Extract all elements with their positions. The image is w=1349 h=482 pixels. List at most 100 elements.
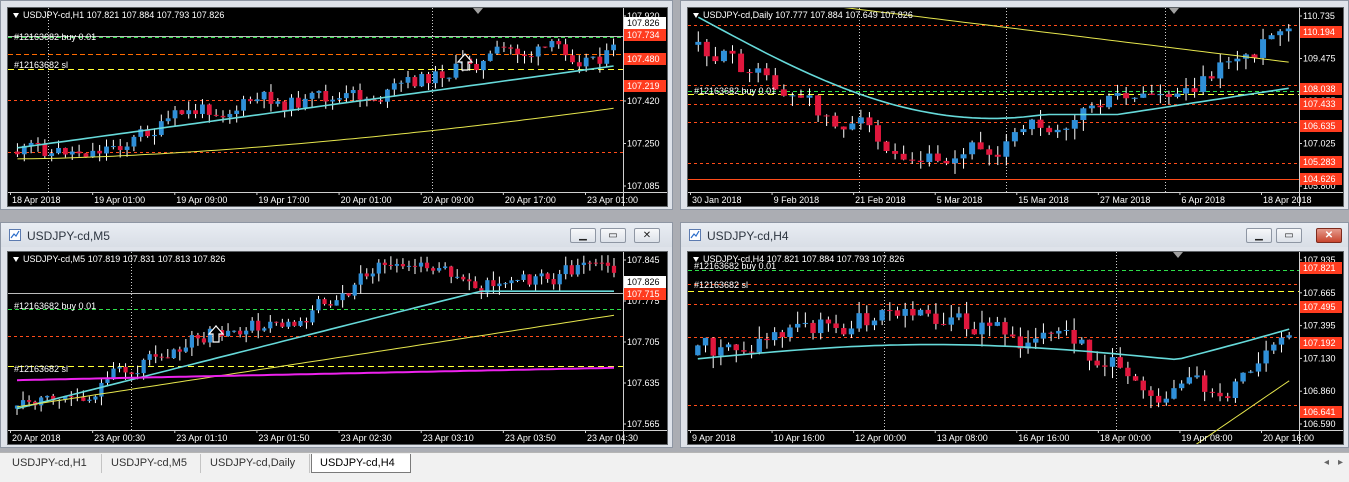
bull-candle [917,309,924,316]
bear-candle [733,344,739,351]
bull-candle [849,123,856,130]
bear-candle [346,293,351,296]
bull-candle [1079,339,1085,344]
bear-candle [426,74,431,84]
window-titlebar[interactable]: USDJPY-cd,M5 ▁ ▭ ✕ [1,223,672,247]
bear-candle [1191,88,1198,92]
bull-candle [350,90,356,94]
time-tick-label: 20 Apr 17:00 [505,195,556,205]
minimize-button[interactable]: ▁ [570,228,596,243]
bull-candle [994,322,1001,326]
bull-candle [398,82,404,84]
bull-candle [234,110,240,114]
minimize-button[interactable]: ▁ [1246,228,1272,243]
chart-plot-h4[interactable]: 107.935 107.665 107.395 107.130 106.860 106.5… [687,251,1344,445]
close-button[interactable]: ✕ [634,228,660,243]
chart-plot-m5[interactable]: 107.845 107.775 107.705 107.635 107.565 107.8… [7,251,668,445]
window-titlebar[interactable]: USDJPY-cd,H4 ▁ ▭ ✕ [681,223,1348,247]
bull-candle [334,300,339,306]
bull-candle [1063,329,1070,331]
bull-candle [268,321,273,329]
bear-candle [779,332,786,338]
chart-plot-daily[interactable]: 110.735109.475108.255107.025105.800110.1… [687,7,1344,207]
bull-candle [1200,76,1207,92]
tab-usdjpy-h4[interactable]: USDJPY-cd,H4 [311,454,411,473]
bear-candle [528,56,534,58]
bull-candle [337,98,342,100]
bear-candle [1165,94,1172,97]
bull-candle [539,273,544,277]
time-tick-label: 23 Apr 01:00 [587,195,638,205]
bear-candle [748,351,755,353]
chart-menu-triangle-icon[interactable] [693,13,699,19]
time-tick-label: 23 Apr 00:30 [94,433,145,443]
tab-usdjpy-h1[interactable]: USDJPY-cd,H1 [4,454,102,473]
time-tick-label: 18 Apr 00:00 [1100,433,1151,443]
bull-candle [1240,372,1246,382]
bear-candle [238,330,243,335]
bear-candle [963,313,970,330]
bear-candle [83,153,89,158]
chart-ohlc-text: USDJPY-cd,H1 107.821 107.884 107.793 107… [23,10,225,20]
bear-candle [1132,376,1139,381]
bear-candle [439,71,445,79]
bear-candle [129,372,134,375]
time-tick-label: 23 Apr 01:50 [258,433,309,443]
price-tick-label: 107.635 [627,378,660,388]
chart-menu-triangle-icon[interactable] [13,257,19,263]
bear-candle [570,55,575,63]
order-line-label: #12163682 sl [694,280,749,290]
bull-candle [419,74,425,87]
bear-candle [823,115,830,117]
bear-candle [832,115,839,127]
price-tag-label: 105.283 [1303,157,1336,167]
bear-candle [563,44,569,56]
tab-usdjpy-m5[interactable]: USDJPY-cd,M5 [103,454,201,473]
bull-candle [49,153,55,156]
bear-candle [1125,367,1131,377]
price-tag-label: 107.821 [1303,263,1336,273]
chart-menu-triangle-icon[interactable] [13,13,19,19]
bear-candle [323,91,329,102]
time-tick-label: 9 Apr 2018 [692,433,736,443]
bear-candle [76,151,82,154]
bull-candle [1011,132,1018,142]
chart-window-h4[interactable]: USDJPY-cd,H4 ▁ ▭ ✕ 107.935 107.665 107.395… [680,222,1349,448]
bear-candle [1037,119,1044,128]
price-tag-label: 107.480 [627,54,660,64]
time-tick-label: 18 Apr 2018 [1263,195,1312,205]
bull-candle [93,396,98,400]
close-button[interactable]: ✕ [1316,228,1342,243]
bear-candle [501,46,507,48]
bull-candle [406,265,412,267]
bear-candle [710,337,716,356]
magenta-ma-line [16,366,615,382]
chart-window-h1[interactable]: 107.920107.585107.420107.250107.085107.8… [0,0,673,210]
chart-window-m5[interactable]: USDJPY-cd,M5 ▁ ▭ ✕ 107.845 107.775 107.705… [0,222,673,448]
scroll-right-icon[interactable]: ▸ [1338,457,1343,468]
chart-plot-h1[interactable]: 107.920107.585107.420107.250107.085107.8… [7,7,668,207]
time-tick-label: 19 Apr 01:00 [94,195,145,205]
tab-usdjpy-daily[interactable]: USDJPY-cd,Daily [202,454,310,473]
maximize-button[interactable]: ▭ [600,228,626,243]
bear-candle [1217,392,1223,397]
bear-candle [473,281,478,289]
bear-candle [467,279,472,282]
price-tag-label: 107.192 [1303,338,1336,348]
bear-candle [841,328,847,335]
bear-candle [1010,334,1016,337]
time-tick-label: 5 Mar 2018 [937,195,983,205]
time-tick-label: 18 Apr 2018 [12,195,61,205]
bear-candle [764,338,770,341]
bull-candle [310,310,315,323]
chart-window-daily[interactable]: 110.735109.475108.255107.025105.800110.1… [680,0,1349,210]
maximize-button[interactable]: ▭ [1276,228,1302,243]
price-tag-label: 106.641 [1303,407,1336,417]
bear-candle [282,101,288,111]
bear-candle [569,265,574,275]
scroll-left-icon[interactable]: ◂ [1324,457,1329,468]
bull-candle [1157,94,1164,96]
time-tick-label: 10 Apr 16:00 [774,433,825,443]
bear-candle [1048,332,1054,334]
price-tag-label: 107.734 [627,30,660,40]
